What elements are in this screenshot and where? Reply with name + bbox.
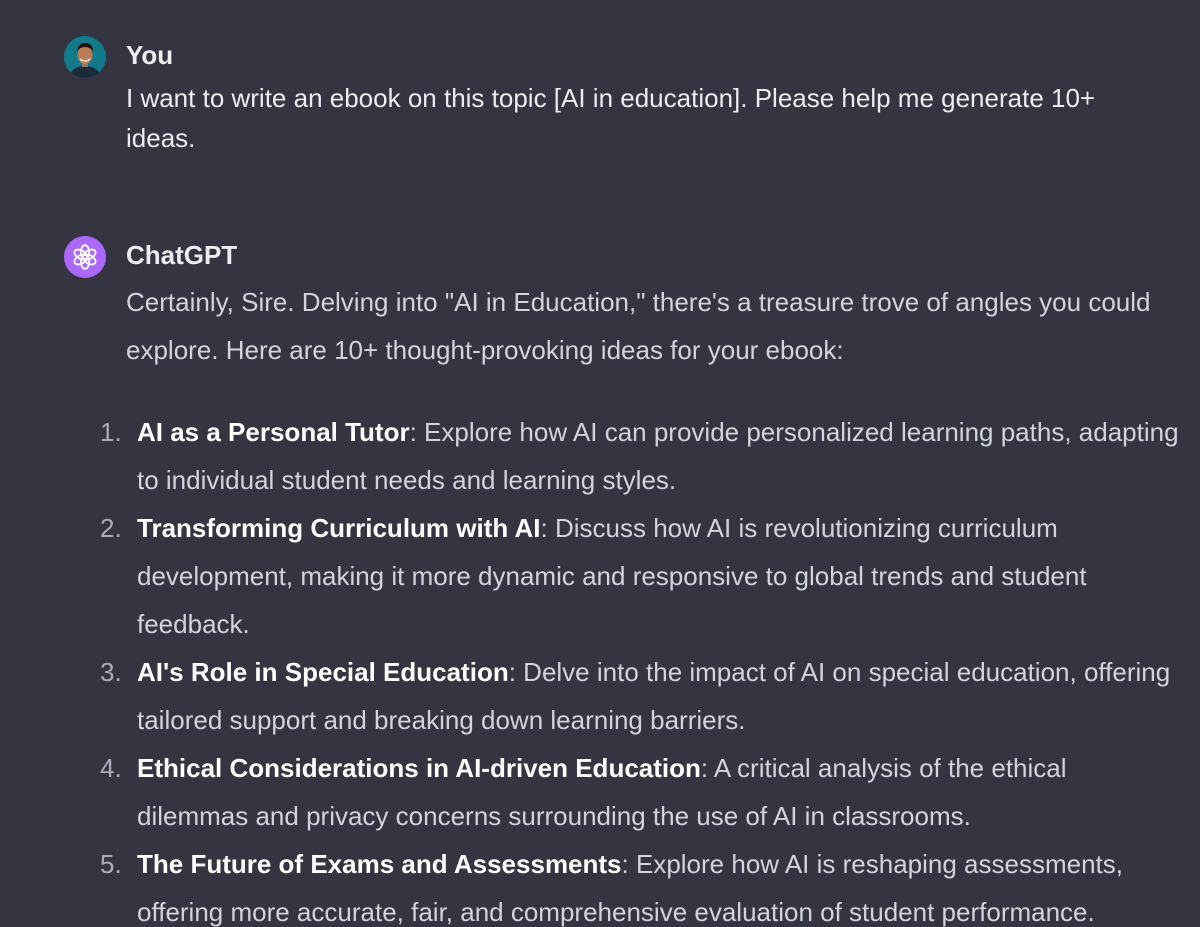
- list-item: 4. Ethical Considerations in AI-driven Ed…: [90, 744, 1180, 840]
- user-author-name: You: [126, 40, 174, 70]
- openai-logo-icon: [73, 244, 97, 270]
- list-item-number: 3.: [100, 657, 122, 687]
- list-item-title: The Future of Exams and Assessments: [137, 849, 622, 879]
- user-avatar: [64, 36, 106, 78]
- ideas-list: 1. AI as a Personal Tutor: Explore how AI…: [90, 408, 1180, 927]
- list-item-title: AI as a Personal Tutor: [137, 417, 410, 447]
- list-item-number: 2.: [100, 513, 122, 543]
- user-message-text: I want to write an ebook on this topic […: [126, 83, 1096, 153]
- list-item: 2. Transforming Curriculum with AI: Discu…: [90, 504, 1180, 648]
- list-item: 3. AI's Role in Special Education: Delve …: [90, 648, 1180, 744]
- assistant-intro-text: Certainly, Sire. Delving into "AI in Edu…: [126, 287, 1151, 365]
- list-item-number: 4.: [100, 753, 122, 783]
- assistant-avatar: [64, 236, 106, 278]
- list-item-title: AI's Role in Special Education: [137, 657, 509, 687]
- list-item-number: 5.: [100, 849, 122, 879]
- list-item-title: Ethical Considerations in AI-driven Educ…: [137, 753, 701, 783]
- list-item: 5. The Future of Exams and Assessments: E…: [90, 840, 1180, 927]
- user-avatar-icon: [64, 36, 106, 78]
- assistant-author-name: ChatGPT: [126, 240, 238, 270]
- list-item-title: Transforming Curriculum with AI: [137, 513, 541, 543]
- list-item-number: 1.: [100, 417, 122, 447]
- list-item: 1. AI as a Personal Tutor: Explore how AI…: [90, 408, 1180, 504]
